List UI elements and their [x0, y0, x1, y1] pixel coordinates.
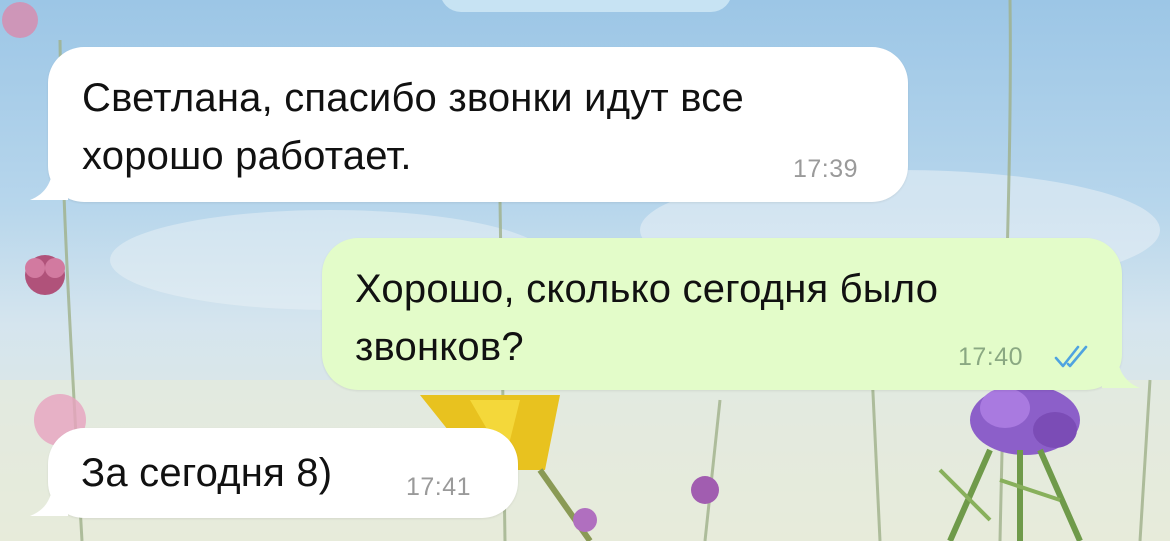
message-timestamp: 17:41 — [406, 473, 472, 501]
message-text: За сегодня 8) — [81, 451, 333, 495]
incoming-bubble-tail — [30, 162, 68, 200]
message-bubble-incoming[interactable]: За сегодня 8) 17:41 — [48, 428, 518, 518]
message-text: Светлана, спасибо звонки идут все хорошо… — [82, 76, 744, 178]
previous-message-fragment — [440, 0, 732, 12]
message-bubble-outgoing[interactable]: Хорошо, сколько сегодня было звонков? 17… — [322, 238, 1122, 390]
message-timestamp: 17:40 — [958, 343, 1024, 371]
double-check-icon — [1054, 345, 1088, 368]
outgoing-bubble-tail — [1102, 350, 1140, 388]
message-bubble-incoming[interactable]: Светлана, спасибо звонки идут все хорошо… — [48, 47, 908, 202]
incoming-bubble-tail — [30, 478, 68, 516]
message-timestamp: 17:39 — [793, 155, 859, 183]
